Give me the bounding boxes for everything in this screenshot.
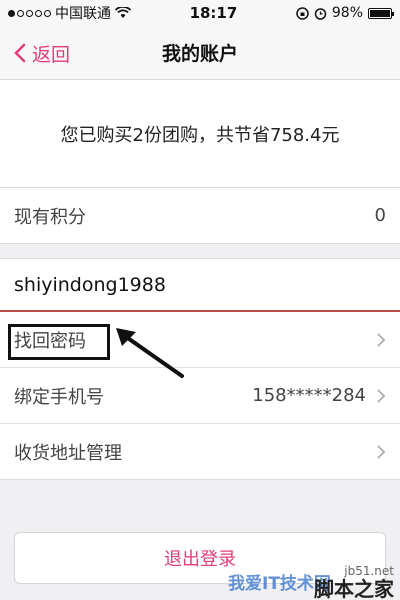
- chevron-left-icon: [14, 43, 26, 63]
- status-time: 18:17: [189, 4, 238, 22]
- battery-icon: [368, 7, 394, 19]
- status-right: 98%: [296, 5, 394, 21]
- menu-item-value: [376, 444, 386, 460]
- points-value: 0: [374, 205, 386, 226]
- points-row: 现有积分 0: [0, 188, 400, 244]
- battery-percent: 98%: [331, 5, 363, 21]
- highlight-box: [8, 324, 110, 360]
- chevron-right-icon: [377, 444, 386, 459]
- status-left: 中国联通: [8, 3, 131, 23]
- watermark-brand: 脚本之家: [314, 577, 394, 600]
- menu-item-address[interactable]: 收货地址管理: [0, 424, 400, 480]
- back-label: 返回: [32, 43, 71, 66]
- menu-item-value: [376, 332, 386, 348]
- menu-item-recover-password[interactable]: 找回密码: [0, 312, 400, 368]
- page-title: 我的账户: [161, 43, 238, 65]
- menu-item-label: 收货地址管理: [14, 442, 122, 464]
- alarm-icon: [314, 7, 327, 20]
- section-gap: [0, 244, 400, 258]
- signal-icon: [8, 9, 51, 17]
- chevron-right-icon: [377, 332, 386, 347]
- back-button[interactable]: 返回: [14, 26, 70, 80]
- status-bar: 中国联通 18:17 98%: [0, 0, 400, 26]
- nav-bar: 返回 我的账户: [0, 26, 400, 80]
- carrier-label: 中国联通: [55, 6, 111, 22]
- watermark: jb51.net 脚本之家: [314, 562, 394, 600]
- menu-item-bind-phone[interactable]: 绑定手机号 158*****284: [0, 368, 400, 424]
- menu-item-value: 158*****284: [252, 385, 386, 406]
- phone-number: 158*****284: [252, 385, 366, 406]
- chevron-right-icon: [377, 388, 386, 403]
- username-field: shiyindong1988: [0, 258, 400, 312]
- menu-item-label: 绑定手机号: [14, 386, 104, 408]
- username-text: shiyindong1988: [14, 273, 166, 296]
- purchase-summary: 您已购买2份团购，共节省758.4元: [0, 80, 400, 188]
- annotation-arrow-icon: [116, 328, 184, 378]
- wifi-icon: [115, 7, 131, 18]
- rotation-lock-icon: [296, 6, 309, 20]
- points-label: 现有积分: [14, 206, 86, 228]
- account-menu: 找回密码 绑定手机号 158*****284 收货地址管理: [0, 312, 400, 480]
